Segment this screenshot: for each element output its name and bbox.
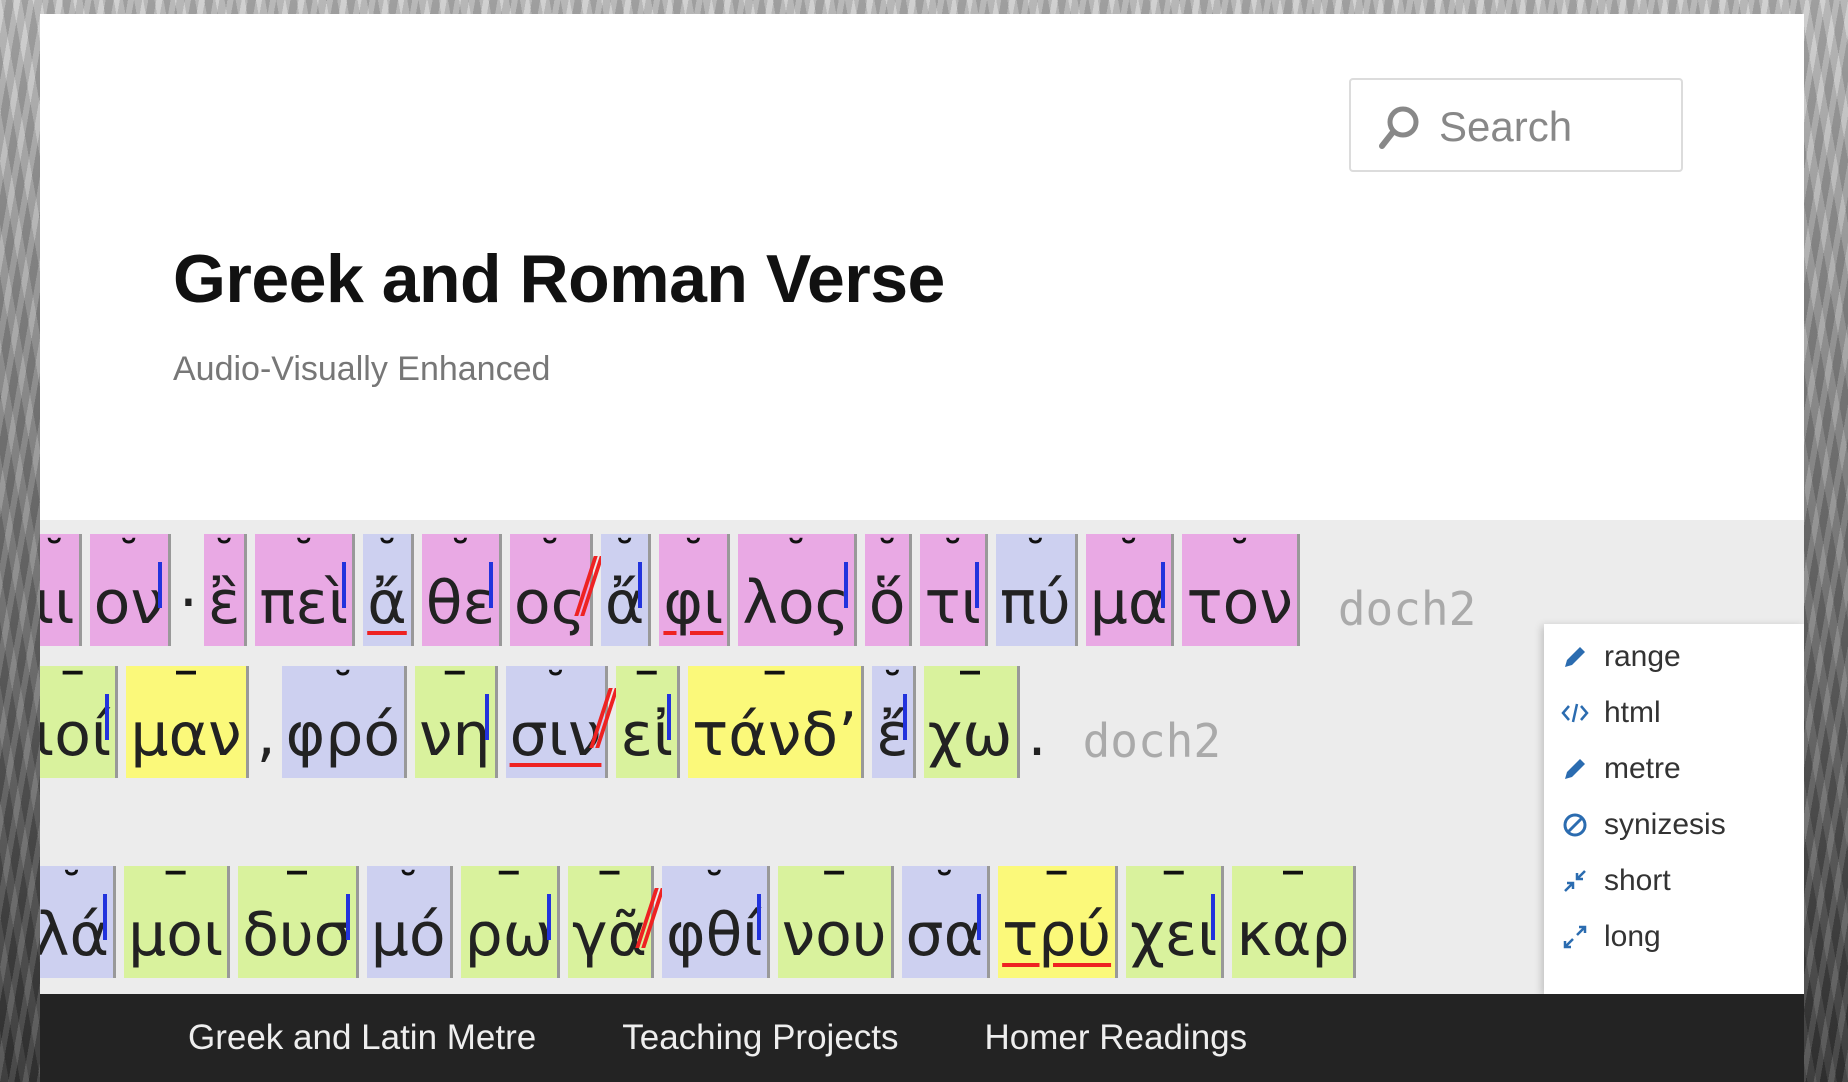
pencil-icon [1565,759,1585,779]
syllable: ˘ ἔ [872,666,916,778]
syllable: ‾ εἰ [616,666,681,778]
syllable: ‾ χω [923,666,1020,778]
syllable: ‾ τρύ [998,866,1119,978]
main-navigation: Greek and Latin Metre Teaching Projects … [40,994,1804,1082]
syllable: ˘ μό [366,866,453,978]
nav-item-homer-readings[interactable]: Homer Readings [985,1018,1248,1058]
syllable: ‾ γᾶ [567,866,665,978]
expand-icon [1563,925,1587,949]
menu-item-html[interactable]: html [1560,688,1661,738]
syllable: ‾ νου [777,866,894,978]
syllable: ‾ μαν [126,666,249,778]
syllable: ˘ φρό [281,666,408,778]
page: Greek and Roman Verse Audio-Visually Enh… [40,14,1804,1082]
meter-label: doch2 [1337,582,1477,636]
verse-line-2: ‾ ιοί ‾ μαν , ˘ φρό ‾ νη ˘ σιν ‾ εἰ ‾ τάνδ’ ˘ ἔ … [40,666,1221,778]
search-icon [1379,106,1419,149]
syllable: ˘ φθί [662,866,770,978]
menu-item-short[interactable]: short [1560,856,1671,906]
syllable: ‾ νη [415,666,498,778]
syllable: ˘ φι [659,534,731,646]
site-description: Audio-Visually Enhanced [173,350,551,388]
collapse-icon [1564,870,1586,892]
prohibited-icon [1563,813,1587,837]
syllable: ˘ πεὶ [255,534,356,646]
syllable: ‾ ρω [460,866,560,978]
syllable: ˘ ος [509,534,604,646]
syllable: ‾ τάνδ’ [688,666,865,778]
syllable: ˘ ἒ [203,534,248,646]
meter-label: doch2 [1082,714,1222,768]
syllable: ˘ ἄ [363,534,414,646]
code-icon [1561,703,1589,723]
menu-item-range[interactable]: range [1560,632,1681,682]
syllable: ˘ ἄ [600,534,652,646]
syllable: ‾ δυσ [238,866,359,978]
menu-item-long[interactable]: long [1560,912,1661,962]
menu-item-synizesis[interactable]: synizesis [1560,800,1726,850]
syllable: ‾ καρ [1232,866,1357,978]
search-input[interactable] [1437,98,1671,156]
site-title[interactable]: Greek and Roman Verse [173,240,945,318]
syllable: ˘ τι [920,534,988,646]
context-menu: range html metre synizesis short long [1544,624,1804,994]
punctuation: . [1027,700,1047,770]
syllable: ˘ ὅ [864,534,913,646]
syllable: ˘ ιι [40,534,82,646]
syllable: ‾ ιοί [40,666,119,778]
syllable: ‾ χει [1126,866,1225,978]
nav-item-greek-latin-metre[interactable]: Greek and Latin Metre [188,1018,536,1058]
punctuation: , [256,700,276,770]
nav-item-teaching-projects[interactable]: Teaching Projects [622,1018,898,1058]
pencil-icon [1565,647,1585,667]
syllable: ˘ λος [738,534,857,646]
search-box[interactable] [1349,78,1683,172]
syllable: ˘ πύ [995,534,1078,646]
syllable: ˘ τον [1182,534,1300,646]
syllable: ˘ θε [421,534,502,646]
header-image-scansion[interactable]: ˘ ιι ˘ ον · ˘ ἒ ˘ πεὶ ˘ ἄ ˘ θε ˘ ος ˘ ἄ ˘ φι ˘ λος… [40,520,1804,994]
punctuation: · [178,568,198,638]
syllable: ˘ μα [1085,534,1175,646]
verse-line-1: ˘ ιι ˘ ον · ˘ ἒ ˘ πεὶ ˘ ἄ ˘ θε ˘ ος ˘ ἄ ˘ φι ˘ λος… [40,534,1476,646]
syllable: ˘ λά [40,866,117,978]
syllable: ˘ σιν [505,666,620,778]
syllable: ‾ μοι [124,866,231,978]
menu-item-metre[interactable]: metre [1560,744,1681,794]
syllable: ˘ ον [89,534,171,646]
verse-line-3: ˘ λά ‾ μοι ‾ δυσ ˘ μό ‾ ρω ‾ γᾶ ˘ φθί ‾ νου ˘ σα … [40,866,1364,978]
syllable: ˘ σα [901,866,991,978]
